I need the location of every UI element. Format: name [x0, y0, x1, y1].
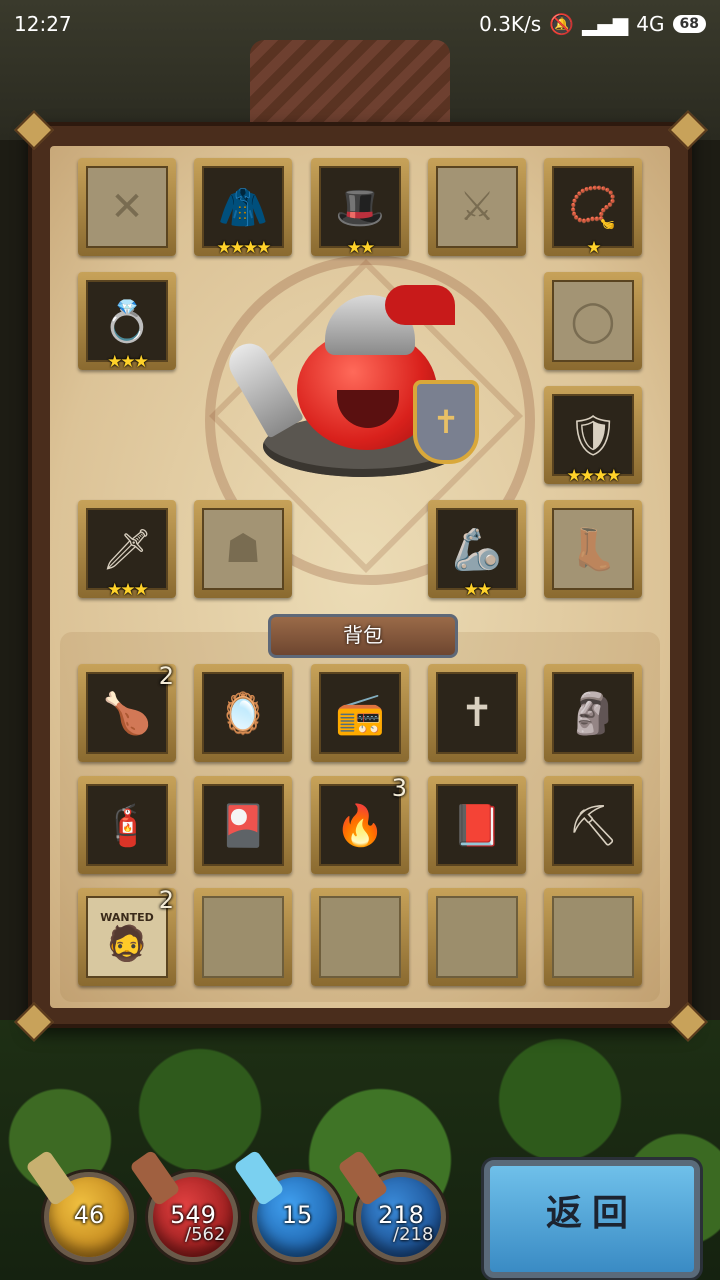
mute-icon: 🔕: [549, 12, 575, 36]
network-type: 4G: [636, 12, 665, 36]
hat-icon: 🎩: [319, 166, 401, 248]
item-count: 3: [391, 774, 407, 802]
bag-slot[interactable]: 🔥 3: [311, 774, 409, 874]
equip-slot-cape[interactable]: 🛡 ★★★★: [544, 386, 642, 486]
bag-item-icon: 🪞: [202, 672, 284, 754]
equip-slot-crossbow[interactable]: ⚔: [428, 158, 526, 256]
star-rating: ★★★★: [566, 466, 622, 486]
star-rating: ★★★★: [216, 238, 272, 258]
bag-slot-empty[interactable]: [311, 888, 409, 986]
wanted-poster-icon: 🧔: [105, 923, 149, 964]
bag-slot[interactable]: 📻: [311, 664, 409, 762]
equip-slot-dagger[interactable]: 🗡 ★★★: [78, 500, 176, 600]
ring-icon: ◯: [552, 280, 634, 362]
belt-icon: 💍: [86, 280, 168, 362]
star-rating: ★★★: [107, 580, 149, 600]
bag-slot[interactable]: ⛏: [544, 776, 642, 874]
mp-max: /218: [393, 1224, 434, 1245]
star-rating: ★★: [463, 580, 492, 600]
attack-value: 46: [73, 1201, 105, 1229]
item-count: 2: [158, 662, 174, 690]
weapon-off-icon: ✕: [86, 166, 168, 248]
attack-stat[interactable]: 46: [25, 1149, 134, 1262]
bag-item-icon: 🧯: [86, 784, 168, 866]
background-hut: [250, 40, 450, 130]
bag-item-icon: 🗿: [552, 672, 634, 754]
dagger-icon: 🗡: [86, 508, 168, 590]
item-count: 2: [158, 886, 174, 914]
bag-item-icon: 🎴: [202, 784, 284, 866]
bag-item-icon: WANTED 🧔: [86, 896, 168, 978]
status-time: 12:27: [14, 12, 72, 36]
bag-item-icon: ⛏: [552, 784, 634, 866]
status-bar: 12:27 0.3K/s 🔕 ▂▄▆ 4G 68: [0, 0, 720, 50]
equip-slot-weapon-off[interactable]: ✕: [78, 158, 176, 256]
equip-slot-boots[interactable]: 👢: [544, 500, 642, 598]
equip-slot-armor-cloak[interactable]: 🧥 ★★★★: [194, 158, 292, 258]
bag-item-icon: 🔥: [319, 784, 401, 866]
bag-slot[interactable]: WANTED 🧔 2: [78, 886, 176, 986]
bag-slot-empty[interactable]: [544, 888, 642, 986]
bag-item-icon: [319, 896, 401, 978]
bag-slot[interactable]: 🪞: [194, 664, 292, 762]
bag-slot[interactable]: 🧯: [78, 776, 176, 874]
equip-slot-chest[interactable]: ☗: [194, 500, 292, 598]
wanted-label: WANTED: [100, 910, 154, 924]
bag-item-icon: [436, 896, 518, 978]
bag-item-icon: [202, 896, 284, 978]
equip-slot-hat[interactable]: 🎩 ★★: [311, 158, 409, 258]
battery-icon: 68: [672, 15, 706, 33]
cape-icon: 🛡: [552, 394, 634, 476]
magic-stat[interactable]: 15: [233, 1149, 342, 1262]
star-rating: ★: [586, 238, 601, 258]
hero-plume: [385, 285, 455, 325]
equip-slot-gauntlet[interactable]: 🦾 ★★: [428, 500, 526, 600]
gauntlet-icon: 🦾: [436, 508, 518, 590]
bag-slot[interactable]: 🍗 2: [78, 662, 176, 762]
star-rating: ★★★: [107, 352, 149, 372]
mp-stat[interactable]: 218 /218: [337, 1149, 446, 1262]
crossbow-icon: ⚔: [436, 166, 518, 248]
bag-slot[interactable]: ✝: [428, 664, 526, 762]
bag-item-icon: 📻: [319, 672, 401, 754]
bag-title: 背包: [268, 614, 458, 658]
bag-slot[interactable]: 🗿: [544, 664, 642, 762]
bag-item-icon: 📕: [436, 784, 518, 866]
equip-slot-belt[interactable]: 💍 ★★★: [78, 272, 176, 372]
bag-slot-empty[interactable]: [194, 888, 292, 986]
net-speed: 0.3K/s: [479, 12, 542, 36]
bag-item-icon: 🍗: [86, 672, 168, 754]
star-rating: ★★: [346, 238, 375, 258]
amulet-icon: 📿: [552, 166, 634, 248]
bag-slot-empty[interactable]: [428, 888, 526, 986]
equip-slot-amulet[interactable]: 📿 ★: [544, 158, 642, 258]
bag-slot[interactable]: 🎴: [194, 776, 292, 874]
hp-stat[interactable]: 549 /562: [129, 1149, 238, 1262]
armor-cloak-icon: 🧥: [202, 166, 284, 248]
back-button[interactable]: 返回: [484, 1160, 700, 1278]
bag-item-icon: [552, 896, 634, 978]
equip-slot-ring[interactable]: ◯: [544, 272, 642, 370]
hero-character: ✝: [221, 285, 479, 495]
boots-icon: 👢: [552, 508, 634, 590]
bag-slot[interactable]: 📕: [428, 776, 526, 874]
hero-shield-icon: ✝: [413, 380, 479, 464]
signal-icon: ▂▄▆: [582, 12, 629, 36]
bag-item-icon: ✝: [436, 672, 518, 754]
magic-value: 15: [281, 1201, 313, 1229]
hp-max: /562: [185, 1224, 226, 1245]
chest-icon: ☗: [202, 508, 284, 590]
